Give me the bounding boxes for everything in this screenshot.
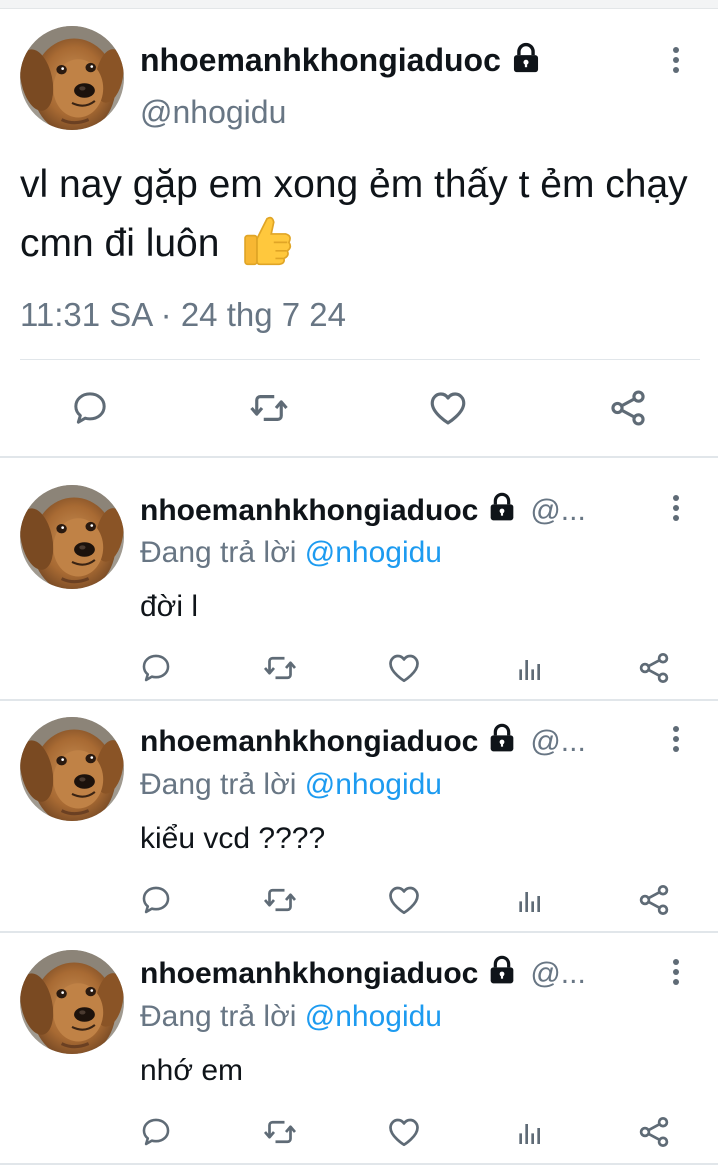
divider	[0, 699, 718, 701]
more-options-icon[interactable]	[666, 955, 686, 989]
lock-icon	[486, 491, 518, 531]
reply-handle[interactable]: @...	[530, 494, 585, 528]
main-tweet-text: vl nay gặp em xong ẻm thấy t ẻm chạy cmn…	[20, 158, 710, 271]
share-icon[interactable]	[606, 386, 650, 430]
divider	[0, 931, 718, 933]
reply-handle[interactable]: @...	[530, 957, 585, 991]
like-icon[interactable]	[384, 1112, 424, 1152]
more-options-icon[interactable]	[666, 722, 686, 756]
reply-icon[interactable]	[68, 386, 112, 430]
reply-avatar[interactable]	[20, 717, 124, 821]
share-icon[interactable]	[634, 880, 674, 920]
like-icon[interactable]	[426, 386, 470, 430]
lock-icon	[509, 41, 543, 80]
replying-mention-link[interactable]: @nhogidu	[305, 1000, 442, 1033]
reply-display-name[interactable]: nhoemanhkhongiaduoc	[140, 725, 478, 759]
divider	[20, 359, 700, 360]
reply-name-row: nhoemanhkhongiaduoc @...	[140, 953, 586, 995]
retweet-icon[interactable]	[247, 386, 291, 430]
main-tweet-display-name[interactable]: nhoemanhkhongiaduoc	[140, 42, 501, 79]
replying-label: Đang trả lời	[140, 536, 297, 569]
reply-icon[interactable]	[136, 880, 176, 920]
share-icon[interactable]	[634, 648, 674, 688]
divider	[0, 456, 718, 458]
replying-to: Đang trả lời @nhogidu	[140, 1000, 442, 1034]
share-icon[interactable]	[634, 1112, 674, 1152]
replying-mention-link[interactable]: @nhogidu	[305, 768, 442, 801]
reply-icon[interactable]	[136, 648, 176, 688]
main-tweet-timestamp[interactable]: 11:31 SA · 24 thg 7 24	[20, 296, 346, 334]
analytics-icon[interactable]	[510, 880, 550, 920]
like-icon[interactable]	[384, 648, 424, 688]
replying-to: Đang trả lời @nhogidu	[140, 768, 442, 802]
lock-icon	[486, 722, 518, 762]
more-options-icon[interactable]	[666, 491, 686, 525]
retweet-icon[interactable]	[260, 648, 300, 688]
analytics-icon[interactable]	[510, 1112, 550, 1152]
main-tweet-avatar[interactable]	[20, 26, 124, 130]
top-divider	[0, 0, 718, 9]
lock-icon	[486, 954, 518, 994]
main-tweet-handle[interactable]: @nhogidu	[140, 94, 286, 131]
divider	[0, 1163, 718, 1165]
reply-display-name[interactable]: nhoemanhkhongiaduoc	[140, 494, 478, 528]
reply-icon[interactable]	[136, 1112, 176, 1152]
reply-name-row: nhoemanhkhongiaduoc @...	[140, 721, 586, 763]
replying-mention-link[interactable]: @nhogidu	[305, 536, 442, 569]
retweet-icon[interactable]	[260, 880, 300, 920]
reply-name-row: nhoemanhkhongiaduoc @...	[140, 490, 586, 532]
replying-to: Đang trả lời @nhogidu	[140, 536, 442, 570]
reply-display-name[interactable]: nhoemanhkhongiaduoc	[140, 957, 478, 991]
reply-avatar[interactable]	[20, 950, 124, 1054]
reply-handle[interactable]: @...	[530, 725, 585, 759]
reply-text: nhớ em	[140, 1054, 244, 1087]
analytics-icon[interactable]	[510, 648, 550, 688]
replying-label: Đang trả lời	[140, 768, 297, 801]
reply-text: kiểu vcd ????	[140, 822, 326, 855]
more-options-icon[interactable]	[666, 43, 686, 77]
like-icon[interactable]	[384, 880, 424, 920]
thumbs-up-emoji-icon	[244, 216, 292, 266]
main-tweet-text-content: vl nay gặp em xong ẻm thấy t ẻm chạy cmn…	[20, 163, 688, 265]
replying-label: Đang trả lời	[140, 1000, 297, 1033]
retweet-icon[interactable]	[260, 1112, 300, 1152]
reply-avatar[interactable]	[20, 485, 124, 589]
main-tweet-name-row: nhoemanhkhongiaduoc	[140, 38, 543, 82]
reply-text: đời l	[140, 590, 199, 623]
